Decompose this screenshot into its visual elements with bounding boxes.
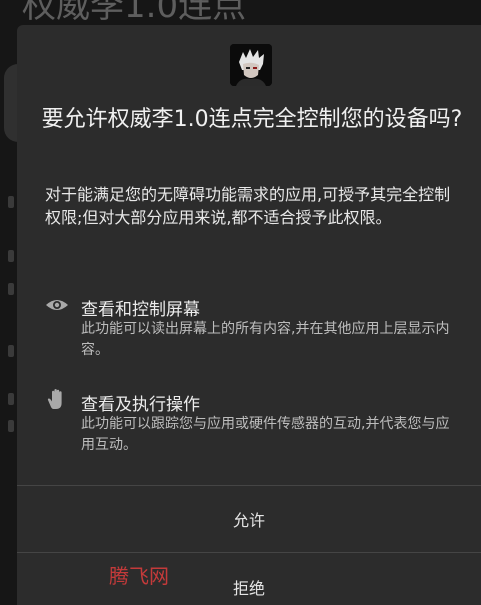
screen: 权威李1.0连点 要允许权威李1.0连点完全控制您的设备吗? 对于能满足您的无障… [0,0,481,605]
background-mark [8,393,14,405]
permission-title-view-control-screen: 查看和控制屏幕 [81,300,200,320]
background-mark [8,196,14,208]
background-mark [8,420,14,432]
background-app-title: 权威李1.0连点 [22,0,247,26]
permission-description-view-perform-actions: 此功能可以跟踪您与应用或硬件传感器的互动,并代表您与应用互动。 [81,416,450,453]
background-mark [8,283,14,295]
allow-button[interactable]: 允许 [17,487,481,551]
hand-icon [45,387,69,411]
eye-icon [45,293,69,317]
permission-title-view-perform-actions: 查看及执行操作 [81,395,200,415]
dialog-title: 要允许权威李1.0连点完全控制您的设备吗? [41,107,463,132]
background-mark [8,345,14,357]
accessibility-permission-dialog: 要允许权威李1.0连点完全控制您的设备吗? 对于能满足您的无障碍功能需求的应用,… [17,25,481,605]
divider [17,485,481,486]
app-avatar-icon [230,44,272,86]
background-mark [8,250,14,262]
permission-description-view-control-screen: 此功能可以读出屏幕上的所有内容,并在其他应用上层显示内容。 [81,321,450,358]
divider [17,552,481,553]
dialog-description: 对于能满足您的无障碍功能需求的应用,可授予其完全控制权限;但对大部分应用来说,都… [45,185,451,227]
watermark-text: 腾飞网 [109,564,169,588]
deny-button[interactable]: 拒绝 [17,555,481,605]
